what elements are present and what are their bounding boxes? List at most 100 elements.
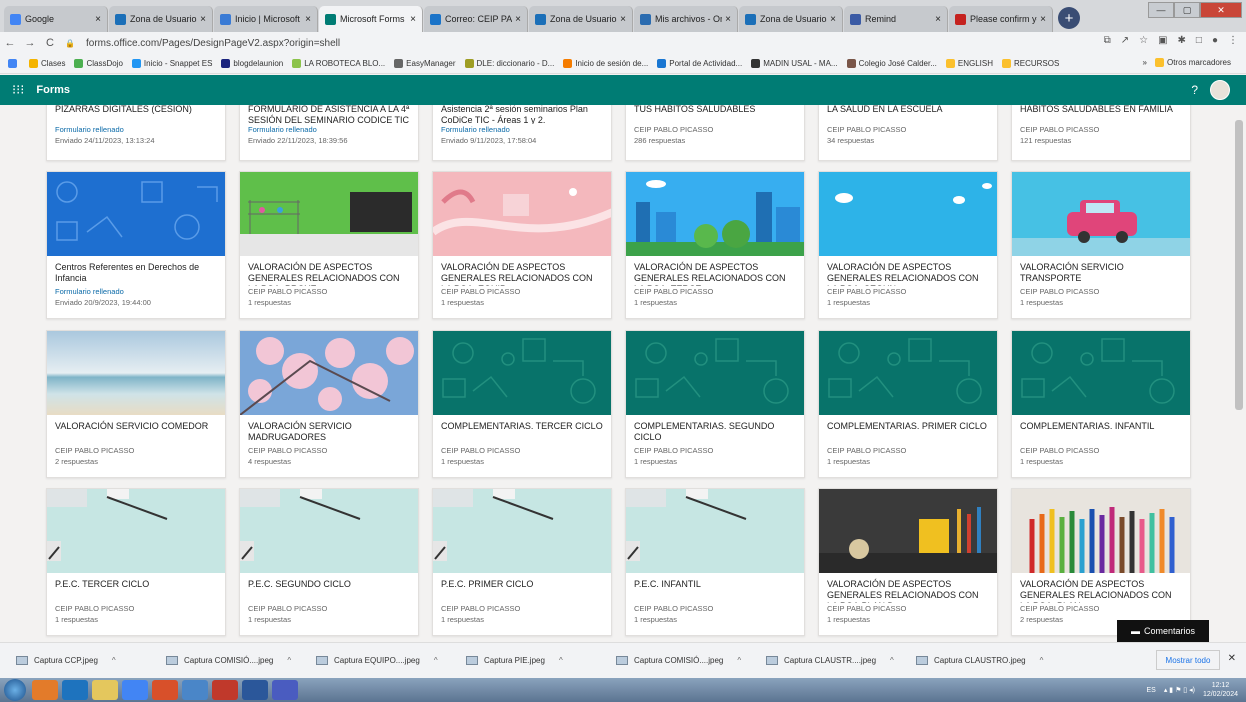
form-card[interactable]: VALORACIÓN SERVICIO COMEDOR CEIP PABLO PI…: [46, 330, 226, 478]
toolbar-icon[interactable]: ✱: [1178, 35, 1186, 46]
form-card[interactable]: COMPLEMENTARIAS. SEGUNDO CICLO CEIP PABLO…: [625, 330, 805, 478]
download-options-button[interactable]: ^: [287, 656, 291, 665]
download-options-button[interactable]: ^: [559, 656, 563, 665]
bookmark-item[interactable]: DLE: diccionario - D...: [464, 59, 554, 68]
download-options-button[interactable]: ^: [112, 656, 116, 665]
browser-tab[interactable]: Zona de Usuarios ×: [739, 6, 843, 32]
bookmarks-more-button[interactable]: »: [1143, 58, 1147, 67]
form-card[interactable]: FORMULARIO DE ASISTENCIA A LA 4ª SESIÓN …: [239, 105, 419, 161]
close-downloads-button[interactable]: ✕: [1228, 653, 1236, 664]
toolbar-icon[interactable]: ●: [1212, 35, 1218, 46]
toolbar-icon[interactable]: ⧉: [1104, 35, 1111, 46]
taskbar-app-icon[interactable]: [32, 680, 58, 700]
browser-tab[interactable]: Zona de Usuarios ×: [109, 6, 213, 32]
tab-close-icon[interactable]: ×: [515, 14, 521, 25]
clock[interactable]: 12:12 12/02/2024: [1203, 681, 1238, 699]
form-card[interactable]: COMPLEMENTARIAS. PRIMER CICLO CEIP PABLO …: [818, 330, 998, 478]
tab-close-icon[interactable]: ×: [620, 14, 626, 25]
maximize-button[interactable]: ▢: [1174, 2, 1200, 18]
tab-close-icon[interactable]: ×: [725, 14, 731, 25]
comments-button[interactable]: ▬ Comentarios: [1117, 620, 1209, 642]
url-field[interactable]: forms.office.com/Pages/DesignPageV2.aspx…: [86, 38, 340, 49]
taskbar-app-icon[interactable]: [152, 680, 178, 700]
reload-button[interactable]: C: [40, 37, 60, 49]
form-card[interactable]: P.E.C. TERCER CICLO CEIP PABLO PICASSO 1 r…: [46, 488, 226, 636]
bookmark-item[interactable]: Inicio de sesión de...: [563, 59, 648, 68]
bookmark-item[interactable]: MADIN USAL - MA...: [751, 59, 838, 68]
toolbar-icon[interactable]: ▣: [1158, 35, 1167, 46]
app-name[interactable]: Forms: [36, 84, 70, 96]
tab-close-icon[interactable]: ×: [305, 14, 311, 25]
start-button[interactable]: [4, 679, 26, 701]
browser-tab[interactable]: Inicio | Microsoft 36×: [214, 6, 318, 32]
browser-tab[interactable]: Zona de Usuarios ×: [529, 6, 633, 32]
tab-close-icon[interactable]: ×: [410, 14, 416, 25]
form-card[interactable]: COMPLEMENTARIAS. TERCER CICLO CEIP PABLO …: [432, 330, 612, 478]
bookmark-item[interactable]: EasyManager: [394, 59, 456, 68]
back-button[interactable]: ←: [0, 37, 20, 49]
form-card[interactable]: Asistencia 2ª sesión seminarios Plan CoD…: [432, 105, 612, 161]
window-close-button[interactable]: ✕: [1200, 2, 1242, 18]
taskbar-app-icon[interactable]: [62, 680, 88, 700]
avatar[interactable]: [1210, 80, 1230, 100]
form-card[interactable]: TUS HÁBITOS SALUDABLES CEIP PABLO PICASSO…: [625, 105, 805, 161]
download-item[interactable]: Captura COMISIÓ....jpeg ^: [166, 656, 316, 665]
other-bookmarks[interactable]: Otros marcadores: [1154, 58, 1231, 67]
form-card[interactable]: VALORACIÓN DE ASPECTOS GENERALES RELACIO…: [818, 488, 998, 636]
bookmark-item[interactable]: Clases: [29, 59, 65, 68]
download-options-button[interactable]: ^: [434, 656, 438, 665]
tab-close-icon[interactable]: ×: [200, 14, 206, 25]
download-item[interactable]: Captura CLAUSTRO.jpeg ^: [916, 656, 1066, 665]
form-card[interactable]: VALORACIÓN DE ASPECTOS GENERALES RELACIO…: [239, 171, 419, 319]
download-item[interactable]: Captura COMISIÓ....jpeg ^: [616, 656, 766, 665]
form-card[interactable]: VALORACIÓN SERVICIO MADRUGADORES CEIP PAB…: [239, 330, 419, 478]
network-icon[interactable]: ▴ ▮ ⚑ ▯ ◂): [1164, 686, 1195, 694]
taskbar-app-icon[interactable]: [242, 680, 268, 700]
minimize-button[interactable]: —: [1148, 2, 1174, 18]
form-card[interactable]: VALORACIÓN DE ASPECTOS GENERALES RELACIO…: [625, 171, 805, 319]
toolbar-icon[interactable]: ⋮: [1228, 35, 1238, 46]
bookmark-item[interactable]: Portal de Actividad...: [657, 59, 742, 68]
browser-tab[interactable]: Mis archivos - One×: [634, 6, 738, 32]
bookmark-item[interactable]: LA ROBOTECA BLO...: [292, 59, 385, 68]
form-card[interactable]: COMPLEMENTARIAS. INFANTIL CEIP PABLO PICA…: [1011, 330, 1191, 478]
bookmark-item[interactable]: ClassDojo: [74, 59, 123, 68]
bookmark-item[interactable]: ENGLISH: [945, 59, 993, 68]
form-card[interactable]: LA SALUD EN LA ESCUELA CEIP PABLO PICASSO…: [818, 105, 998, 161]
show-all-downloads-button[interactable]: Mostrar todo: [1156, 650, 1220, 670]
form-card[interactable]: VALORACIÓN DE ASPECTOS GENERALES RELACIO…: [1011, 488, 1191, 636]
download-item[interactable]: Captura CCP.jpeg ^: [16, 656, 166, 665]
download-item[interactable]: Captura PIE.jpeg ^: [466, 656, 616, 665]
form-card[interactable]: P.E.C. INFANTIL CEIP PABLO PICASSO 1 respu…: [625, 488, 805, 636]
browser-tab[interactable]: Please confirm you×: [949, 6, 1053, 32]
apps-icon[interactable]: [8, 59, 20, 68]
page-scrollbar[interactable]: [1235, 120, 1243, 410]
language-indicator[interactable]: ES: [1146, 687, 1155, 694]
browser-tab[interactable]: Correo: CEIP PABLO×: [424, 6, 528, 32]
tab-close-icon[interactable]: ×: [830, 14, 836, 25]
bookmark-item[interactable]: RECURSOS: [1001, 59, 1059, 68]
toolbar-icon[interactable]: ☆: [1139, 35, 1148, 46]
form-card[interactable]: P.E.C. PRIMER CICLO CEIP PABLO PICASSO 1 r…: [432, 488, 612, 636]
tab-close-icon[interactable]: ×: [95, 14, 101, 25]
forward-button[interactable]: →: [20, 37, 40, 49]
form-card[interactable]: Centros Referentes en Derechos de Infanc…: [46, 171, 226, 319]
taskbar-app-icon[interactable]: [182, 680, 208, 700]
form-card[interactable]: P.E.C. SEGUNDO CICLO CEIP PABLO PICASSO 1 …: [239, 488, 419, 636]
new-tab-button[interactable]: +: [1058, 7, 1080, 29]
toolbar-icon[interactable]: ↗: [1121, 35, 1129, 46]
taskbar-app-icon[interactable]: [122, 680, 148, 700]
taskbar-app-icon[interactable]: [272, 680, 298, 700]
form-card[interactable]: VALORACIÓN DE ASPECTOS GENERALES RELACIO…: [818, 171, 998, 319]
browser-tab[interactable]: Remind ×: [844, 6, 948, 32]
app-launcher-icon[interactable]: ⁝⁝⁝: [12, 82, 24, 98]
download-options-button[interactable]: ^: [890, 656, 894, 665]
download-item[interactable]: Captura EQUIPO....jpeg ^: [316, 656, 466, 665]
form-card[interactable]: PIZARRAS DIGITALES (CESIÓN) Formulario re…: [46, 105, 226, 161]
form-card[interactable]: HÁBITOS SALUDABLES EN FAMILIA CEIP PABLO …: [1011, 105, 1191, 161]
bookmark-item[interactable]: Colegio José Calder...: [846, 59, 937, 68]
tab-close-icon[interactable]: ×: [1040, 14, 1046, 25]
browser-tab[interactable]: Microsoft Forms ×: [319, 6, 423, 32]
download-options-button[interactable]: ^: [1040, 656, 1044, 665]
form-card[interactable]: VALORACIÓN SERVICIO TRANSPORTE CEIP PABLO…: [1011, 171, 1191, 319]
